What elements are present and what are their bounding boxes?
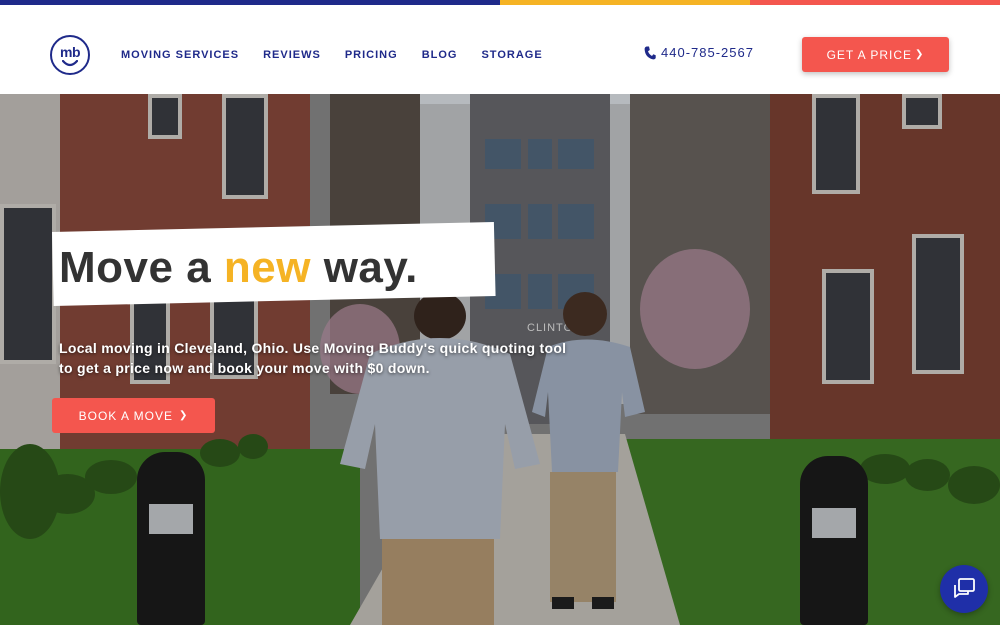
chevron-right-icon: ❯ — [178, 410, 189, 421]
nav-blog[interactable]: BLOG — [422, 49, 458, 61]
logo-text: mb — [60, 44, 81, 60]
nav-pricing[interactable]: PRICING — [345, 49, 398, 61]
chat-widget-button[interactable] — [940, 565, 988, 613]
book-a-move-button[interactable]: BOOK A MOVE ❯ — [52, 398, 215, 433]
phone-link[interactable]: 440-785-2567 — [644, 45, 754, 60]
nav-reviews[interactable]: REVIEWS — [263, 49, 321, 61]
headline-highlight: new — [223, 243, 311, 292]
phone-icon — [644, 46, 656, 59]
smile-icon — [62, 60, 78, 67]
chevron-right-icon: ❯ — [915, 49, 925, 60]
book-a-move-label: BOOK A MOVE — [78, 408, 173, 423]
site-header: mb MOVING SERVICES REVIEWS PRICING BLOG … — [0, 5, 1000, 94]
phone-number: 440-785-2567 — [661, 45, 754, 60]
hero-headline: Move a new way. — [59, 243, 418, 293]
nav-storage[interactable]: STORAGE — [481, 49, 542, 61]
hero-subtext: Local moving in Cleveland, Ohio. Use Mov… — [59, 340, 567, 376]
get-a-price-label: GET A PRICE — [826, 47, 913, 62]
get-a-price-button[interactable]: GET A PRICE ❯ — [802, 37, 949, 72]
main-nav: MOVING SERVICES REVIEWS PRICING BLOG STO… — [121, 49, 567, 61]
headline-part-2: way. — [310, 243, 418, 292]
nav-moving-services[interactable]: MOVING SERVICES — [121, 49, 239, 61]
chat-bubble-icon — [954, 578, 975, 598]
headline-part-1: Move a — [59, 243, 224, 292]
moving-buddy-logo[interactable]: mb — [50, 35, 90, 75]
